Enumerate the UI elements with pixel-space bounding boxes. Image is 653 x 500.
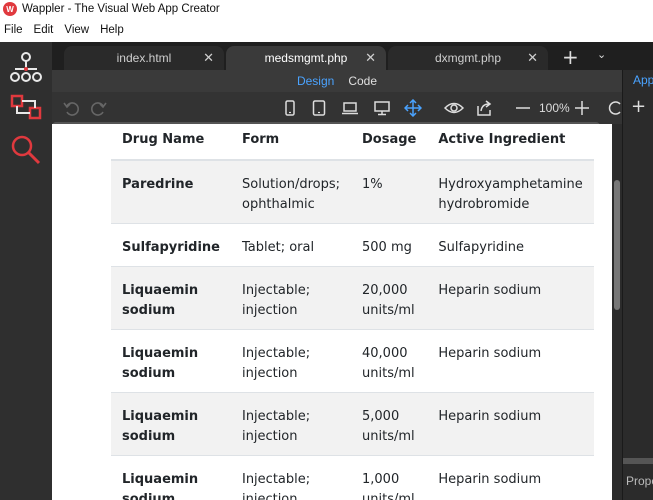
table-header-row: Drug Name Form Dosage Active Ingredient <box>111 124 594 161</box>
ingredient-cell: Heparin sodium <box>427 454 594 500</box>
column-header-dosage: Dosage <box>351 124 428 161</box>
tab-bar: index.html ✕ medsmgmt.php ✕ dxmgmt.php ✕… <box>52 42 653 70</box>
form-cell: Solution/drops; ophthalmic <box>230 159 351 223</box>
column-header-drug-name: Drug Name <box>111 124 231 161</box>
tab-label: dxmgmt.php <box>434 51 502 65</box>
menu-file[interactable]: File <box>4 24 23 36</box>
table-row: Liquaemin sodium Injectable; injection 2… <box>111 265 594 329</box>
menu-bar: File Edit View Help <box>0 18 653 42</box>
column-header-form: Form <box>230 124 351 161</box>
window-title: Wappler - The Visual Web App Creator <box>22 3 220 15</box>
design-toolbar: 100% <box>52 92 622 124</box>
ingredient-cell: Heparin sodium <box>427 391 594 455</box>
share-icon[interactable] <box>475 99 493 117</box>
form-cell: Injectable; injection <box>230 454 351 500</box>
refresh-icon[interactable] <box>608 99 622 117</box>
drug-name-cell: Liquaemin sodium <box>111 265 231 329</box>
search-icon[interactable] <box>8 132 44 168</box>
form-cell: Injectable; injection <box>230 391 351 455</box>
dosage-cell: 5,000 units/ml <box>351 391 428 455</box>
tab-label: medsmgmt.php <box>264 51 348 65</box>
tablet-view-icon[interactable] <box>310 99 328 117</box>
drug-name-cell: Liquaemin sodium <box>111 328 231 392</box>
new-tab-plus-icon[interactable]: + <box>562 45 579 69</box>
right-panel: App + <box>622 70 653 500</box>
design-mode-button[interactable]: Design <box>297 74 334 88</box>
close-icon[interactable]: ✕ <box>527 50 538 66</box>
zoom-in-icon[interactable] <box>573 99 591 117</box>
form-cell: Tablet; oral <box>230 222 351 266</box>
desktop-view-icon[interactable] <box>373 99 391 117</box>
tab-label: index.html <box>116 51 172 65</box>
full-width-move-icon[interactable] <box>404 99 422 117</box>
tab-dxmgmt-php[interactable]: dxmgmt.php ✕ <box>388 46 548 70</box>
preview-eye-icon[interactable] <box>444 99 464 117</box>
mobile-view-icon[interactable] <box>281 99 299 117</box>
drugs-table: Drug Name Form Dosage Active Ingredient … <box>111 124 594 500</box>
zoom-out-icon[interactable] <box>514 99 532 117</box>
panel-splitter[interactable] <box>623 458 653 464</box>
drug-name-cell: Liquaemin sodium <box>111 391 231 455</box>
drug-name-cell: Liquaemin sodium <box>111 454 231 500</box>
zoom-level: 100% <box>539 101 570 115</box>
redo-icon[interactable] <box>90 99 108 117</box>
menu-edit[interactable]: Edit <box>34 24 54 36</box>
menu-view[interactable]: View <box>64 24 89 36</box>
form-cell: Injectable; injection <box>230 328 351 392</box>
table-row: Liquaemin sodium Injectable; injection 4… <box>111 328 594 392</box>
code-mode-button[interactable]: Code <box>348 74 377 88</box>
ingredient-cell: Hydroxyamphetamine hydrobromide <box>427 159 594 223</box>
title-bar: W Wappler - The Visual Web App Creator <box>0 0 653 18</box>
dosage-cell: 40,000 units/ml <box>351 328 428 392</box>
dosage-cell: 1% <box>351 159 428 223</box>
close-icon[interactable]: ✕ <box>203 50 214 66</box>
form-cell: Injectable; injection <box>230 265 351 329</box>
menu-help[interactable]: Help <box>100 24 124 36</box>
table-row: Liquaemin sodium Injectable; injection 1… <box>111 454 594 500</box>
table-row: Sulfapyridine Tablet; oral 500 mg Sulfap… <box>111 222 594 266</box>
dosage-cell: 1,000 units/ml <box>351 454 428 500</box>
ingredient-cell: Heparin sodium <box>427 265 594 329</box>
drug-name-cell: Sulfapyridine <box>111 222 231 266</box>
tab-medsmgmt-php[interactable]: medsmgmt.php ✕ <box>226 46 386 70</box>
wappler-logo-icon: W <box>3 2 17 16</box>
ingredient-cell: Heparin sodium <box>427 328 594 392</box>
app-structure-icon[interactable] <box>8 50 44 86</box>
app-panel-title[interactable]: App <box>633 73 653 87</box>
table-row: Paredrine Solution/drops; ophthalmic 1% … <box>111 159 594 223</box>
dosage-cell: 500 mg <box>351 222 428 266</box>
drug-name-cell: Paredrine <box>111 159 231 223</box>
undo-icon[interactable] <box>62 99 80 117</box>
properties-panel-title[interactable]: Prope <box>626 474 653 488</box>
dosage-cell: 20,000 units/ml <box>351 265 428 329</box>
server-connect-icon[interactable] <box>8 90 44 126</box>
close-icon[interactable]: ✕ <box>365 50 376 66</box>
column-header-active-ingredient: Active Ingredient <box>427 124 594 161</box>
table-row: Liquaemin sodium Injectable; injection 5… <box>111 391 594 455</box>
chevron-down-icon[interactable]: ⌄ <box>597 48 606 61</box>
tab-index-html[interactable]: index.html ✕ <box>64 46 224 70</box>
ingredient-cell: Sulfapyridine <box>427 222 594 266</box>
left-sidebar <box>0 42 52 500</box>
vertical-scrollbar-thumb[interactable] <box>614 180 620 310</box>
design-canvas: Drug Name Form Dosage Active Ingredient … <box>52 124 612 500</box>
view-mode-switch: Design Code <box>52 70 622 92</box>
add-plus-icon[interactable]: + <box>631 96 646 117</box>
laptop-view-icon[interactable] <box>341 99 359 117</box>
